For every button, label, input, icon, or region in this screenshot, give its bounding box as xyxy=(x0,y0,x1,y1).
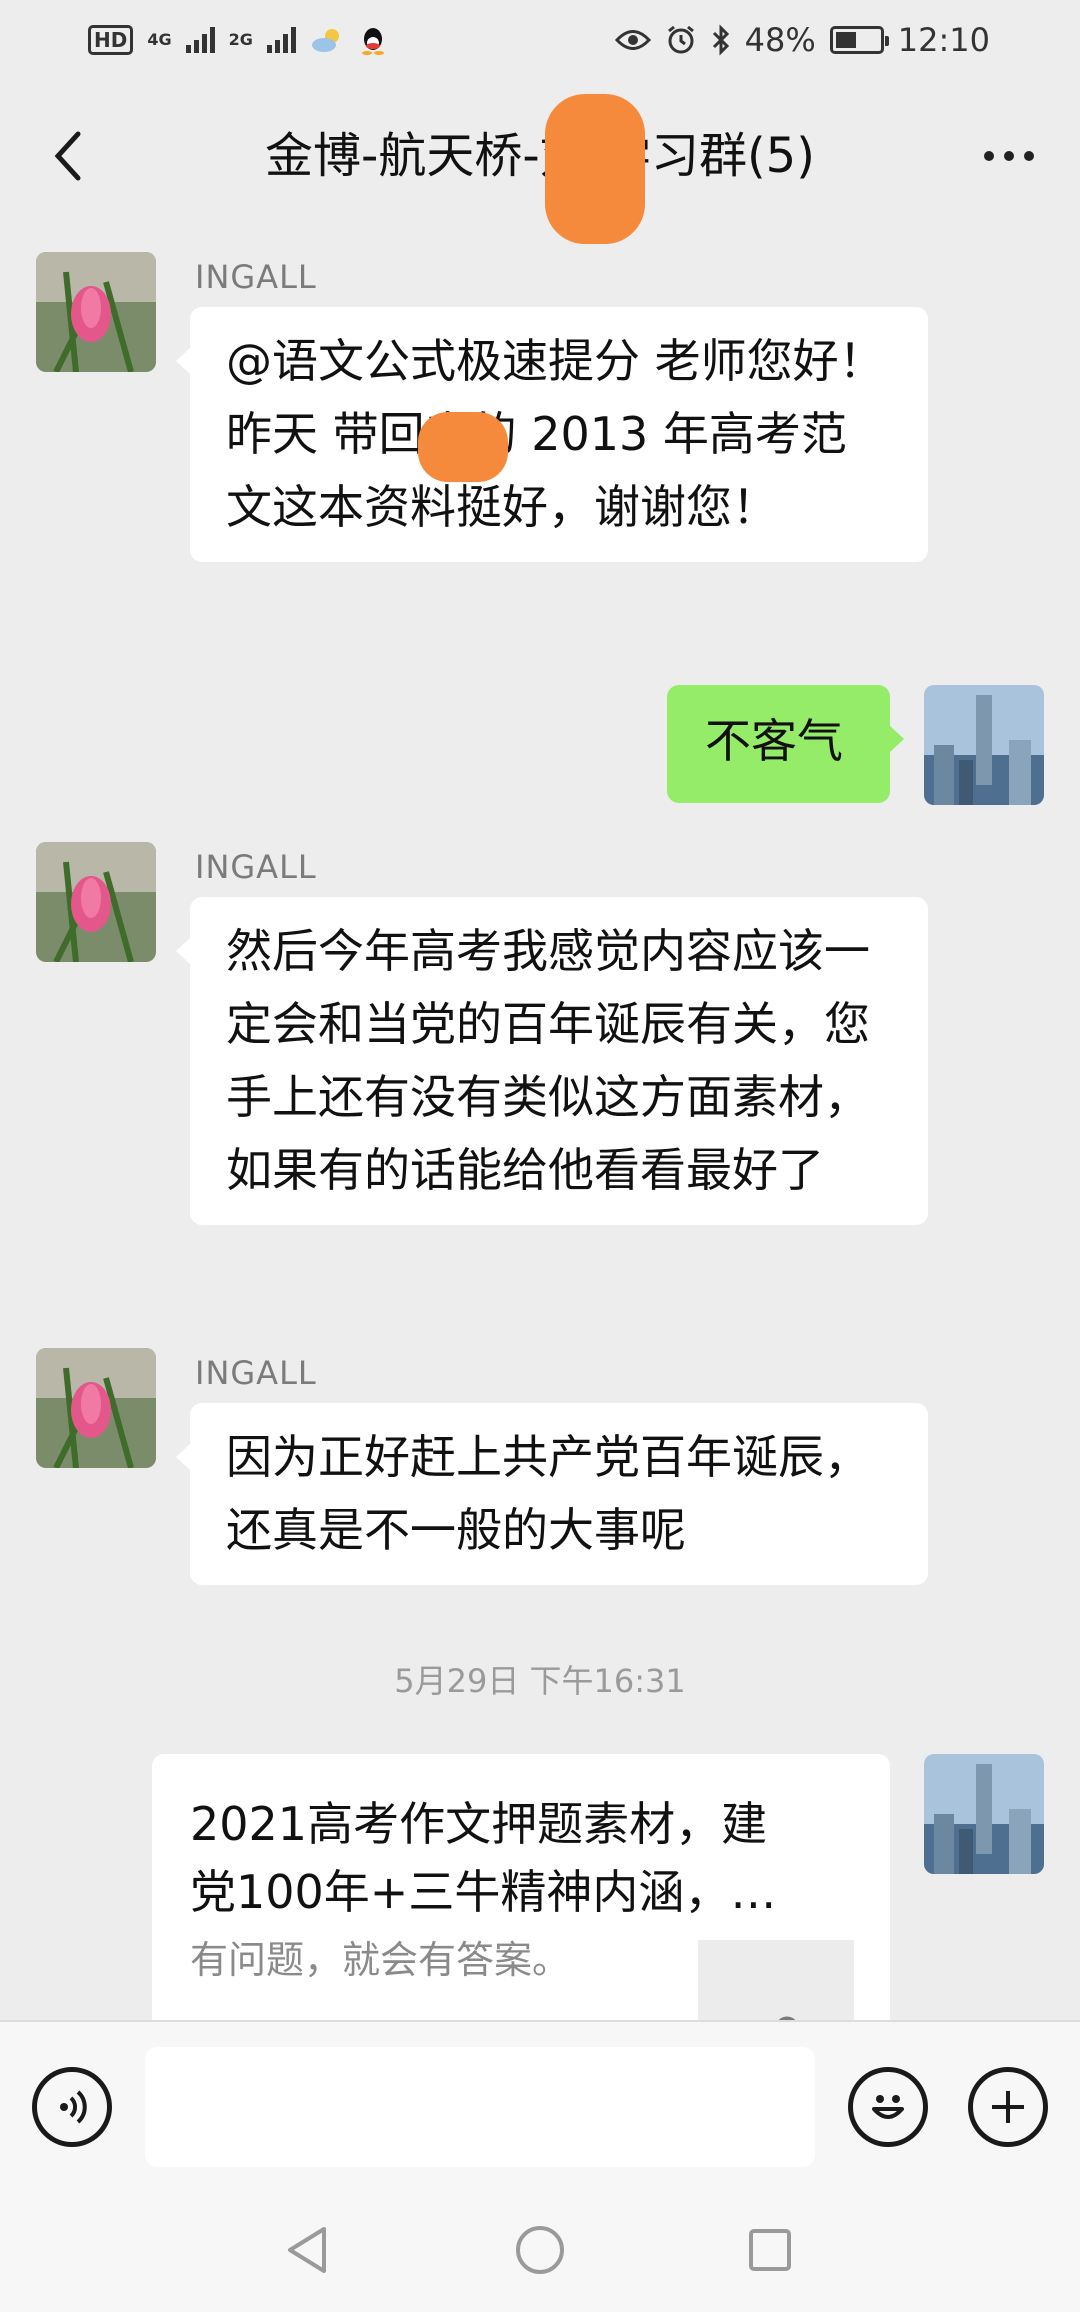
chevron-left-icon xyxy=(54,131,81,181)
chat-title: 金博-航天桥-刘 学习群(5) xyxy=(265,128,815,184)
nav-back-button[interactable] xyxy=(272,2215,342,2285)
avatar[interactable] xyxy=(36,1348,156,1468)
message-text: 因为正好赶上共产党百年诞辰，还真是不一般的大事呢 xyxy=(226,1430,870,1557)
input-bar xyxy=(0,2020,1080,2190)
signal-icon xyxy=(185,27,215,53)
status-bar: HD 4G 2G 48% 12:10 xyxy=(0,0,1080,80)
title-bar: 金博-航天桥-刘 学习群(5) xyxy=(0,80,1080,244)
alarm-icon xyxy=(667,25,694,54)
clock: 12:10 xyxy=(897,21,990,59)
nav-home-button[interactable] xyxy=(505,2215,575,2285)
link-thumbnail xyxy=(698,1940,854,2020)
my-avatar[interactable] xyxy=(924,685,1044,805)
link-card-title: 2021高考作文押题素材，建党100年+三牛精神内涵，… xyxy=(190,1797,777,1919)
my-message-bubble[interactable]: 不客气 xyxy=(667,685,904,803)
bluetooth-icon xyxy=(712,24,729,56)
message-text: @语文公式极速提分 老师您好！昨天 带回来的 2013 年高考范文这本资料挺好，… xyxy=(226,334,885,534)
avatar[interactable] xyxy=(36,252,156,372)
battery-icon xyxy=(829,26,889,54)
message-text: 然后今年高考我感觉内容应该一定会和当党的百年诞辰有关，您手上还有没有类似这方面素… xyxy=(226,924,870,1197)
emoji-button[interactable] xyxy=(848,2067,928,2147)
battery-fill xyxy=(835,32,856,48)
message-bubble[interactable]: @语文公式极速提分 老师您好！昨天 带回来的 2013 年高考范文这本资料挺好，… xyxy=(176,307,928,562)
qq-icon xyxy=(361,28,384,55)
message-text: 不客气 xyxy=(705,714,843,768)
redaction-mark xyxy=(545,94,645,244)
voice-icon xyxy=(60,2090,87,2124)
battery-percent: 48% xyxy=(744,21,816,59)
weather-icon xyxy=(311,29,339,52)
message-bubble[interactable]: 因为正好赶上共产党百年诞辰，还真是不一般的大事呢 xyxy=(176,1403,928,1585)
link-icon xyxy=(778,2016,796,2020)
back-button[interactable] xyxy=(28,116,108,196)
link-card[interactable]: 2021高考作文押题素材，建党100年+三牛精神内涵，… 有问题，就会有答案。 xyxy=(152,1754,890,2020)
message-timestamp: 5月29日 下午16:31 xyxy=(394,1662,686,1700)
nav-back-icon xyxy=(288,2227,326,2273)
system-nav-bar xyxy=(0,2190,1080,2312)
network-4g-label: 4G xyxy=(147,30,172,49)
voice-button[interactable] xyxy=(32,2067,112,2147)
network-2g-label: 2G xyxy=(228,30,253,49)
status-bar-left: HD 4G 2G xyxy=(88,25,386,55)
message-input[interactable] xyxy=(145,2047,815,2167)
nav-recent-button[interactable] xyxy=(735,2215,805,2285)
my-avatar[interactable] xyxy=(924,1754,1044,1874)
emoji-icon xyxy=(872,2095,904,2119)
hd-indicator: HD xyxy=(88,25,134,55)
eye-comfort-icon xyxy=(614,30,651,50)
plus-button[interactable] xyxy=(968,2067,1048,2147)
nav-recent-icon xyxy=(749,2229,791,2271)
signal-icon-2 xyxy=(266,27,296,53)
nav-home-icon xyxy=(516,2226,564,2274)
status-bar-right: 48% 12:10 xyxy=(614,21,990,59)
sender-name: INGALL xyxy=(195,848,317,886)
more-dots-icon[interactable] xyxy=(964,116,1054,196)
avatar[interactable] xyxy=(36,842,156,962)
sender-name: INGALL xyxy=(195,1354,317,1392)
redaction-mark xyxy=(418,412,508,482)
plus-icon xyxy=(992,2091,1024,2123)
sender-name: INGALL xyxy=(195,258,317,296)
message-bubble[interactable]: 然后今年高考我感觉内容应该一定会和当党的百年诞辰有关，您手上还有没有类似这方面素… xyxy=(176,897,928,1225)
